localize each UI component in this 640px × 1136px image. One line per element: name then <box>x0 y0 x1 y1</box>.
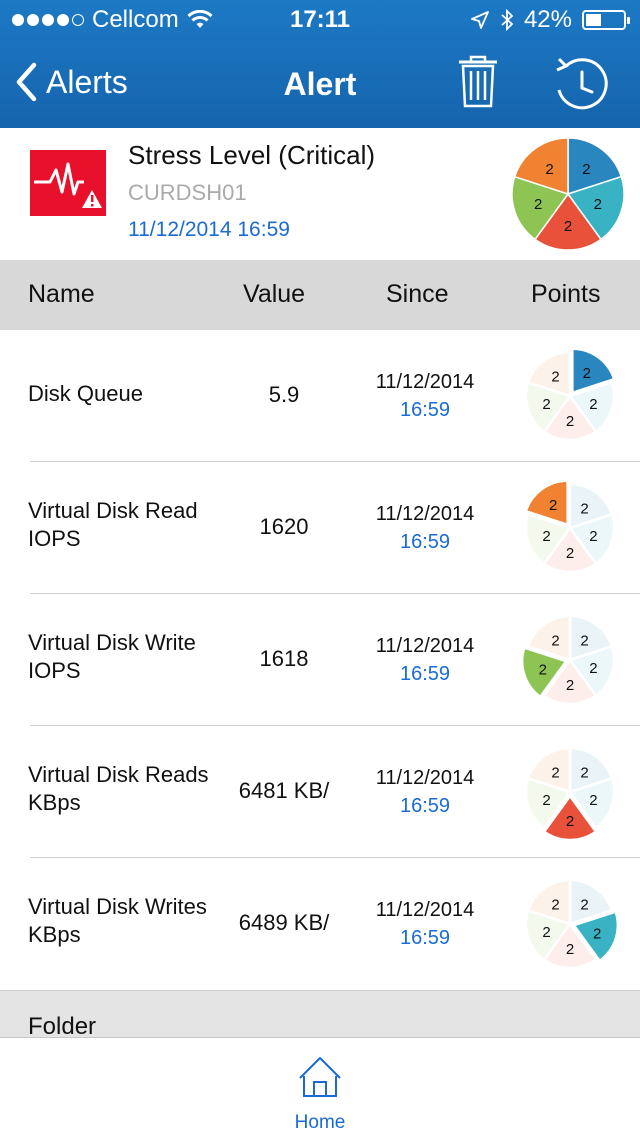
trash-icon[interactable] <box>456 54 500 110</box>
pie-slice-label: 2 <box>545 161 553 178</box>
table-row[interactable]: Virtual Disk Write IOPS 1618 11/12/2014 … <box>0 594 640 726</box>
metric-since: 11/12/2014 16:59 <box>362 764 488 820</box>
pie-slice-label: 2 <box>589 660 597 677</box>
pie-slice-label: 2 <box>566 413 574 430</box>
points-pie: 22222 <box>524 348 616 442</box>
battery-percent: 42% <box>523 6 572 33</box>
back-button[interactable]: Alerts <box>14 62 128 102</box>
points-pie: 22222 <box>524 746 616 840</box>
status-bar: Cellcom 17:11 42% <box>0 0 640 40</box>
points-pie: 22222 <box>522 614 616 706</box>
metric-value: 1620 <box>259 514 309 539</box>
since-time: 16:59 <box>399 663 451 685</box>
pie-slice-label: 2 <box>542 528 550 545</box>
tab-home-label: Home <box>294 1112 346 1133</box>
pie-slice-label: 2 <box>551 765 559 782</box>
since-time: 16:59 <box>399 399 451 421</box>
metric-since: 11/12/2014 16:59 <box>362 368 488 424</box>
pie-slice-label: 2 <box>580 897 588 914</box>
chevron-left-icon <box>16 62 37 102</box>
alert-timestamp: 11/12/2014 16:59 <box>128 218 290 241</box>
folder-section: Folder <box>0 990 640 1040</box>
pie-slice-label: 2 <box>583 365 591 382</box>
status-right: 42% <box>470 6 630 34</box>
pie-slice-label: 2 <box>551 897 559 914</box>
metric-since: 11/12/2014 16:59 <box>362 500 488 556</box>
alert-title: Stress Level (Critical) <box>128 140 376 170</box>
pie-slice-label: 2 <box>564 218 572 235</box>
column-header-name: Name <box>28 280 95 308</box>
metric-since: 11/12/2014 16:59 <box>362 896 488 952</box>
metric-value: 6489 KB/ <box>238 910 330 935</box>
top-bar: Cellcom 17:11 42% Alerts Alert <box>0 0 640 128</box>
metric-name: Disk Queue <box>28 381 143 406</box>
navigation-bar: Alerts Alert <box>0 44 640 128</box>
pie-slice-label: 2 <box>589 792 597 809</box>
back-label: Alerts <box>46 63 128 100</box>
tab-bar: Home <box>0 1037 640 1136</box>
battery-icon <box>582 10 630 30</box>
column-header-points: Points <box>531 280 601 308</box>
pie-slice-label: 2 <box>566 941 574 958</box>
metric-value: 1618 <box>259 646 309 671</box>
pie-slice-label: 2 <box>594 196 602 213</box>
tab-home[interactable]: Home <box>280 1052 360 1133</box>
metric-value: 5.9 <box>268 382 300 407</box>
pie-slice-label: 2 <box>582 161 590 178</box>
points-pie: 22222 <box>524 878 618 970</box>
metric-name: Virtual Disk Read IOPS <box>28 498 198 551</box>
pie-slice-label: 2 <box>566 677 574 694</box>
pie-slice-label: 2 <box>580 501 588 518</box>
since-time: 16:59 <box>399 531 451 553</box>
since-date: 11/12/2014 <box>375 899 475 921</box>
metric-name: Virtual Disk Writes KBps <box>28 894 207 947</box>
pie-slice-label: 2 <box>566 813 574 830</box>
table-row[interactable]: Virtual Disk Writes KBps 6489 KB/ 11/12/… <box>0 858 640 990</box>
pie-slice-label: 2 <box>549 497 557 514</box>
since-time: 16:59 <box>399 927 451 949</box>
pie-slice-label: 2 <box>580 633 588 650</box>
table-header: Name Value Since Points <box>0 260 640 330</box>
pie-slice-label: 2 <box>551 633 559 650</box>
metric-since: 11/12/2014 16:59 <box>362 632 488 688</box>
pie-slice-label: 2 <box>542 396 550 413</box>
metric-name: Virtual Disk Write IOPS <box>28 630 196 683</box>
table-row[interactable]: Disk Queue 5.9 11/12/2014 16:59 22222 <box>0 330 640 462</box>
points-pie: 22222 <box>524 480 616 574</box>
pie-slice-label: 2 <box>542 924 550 941</box>
pie-slice-label: 2 <box>589 396 597 413</box>
pie-slice-label: 2 <box>566 545 574 562</box>
since-date: 11/12/2014 <box>375 503 475 525</box>
metric-name: Virtual Disk Reads KBps <box>28 762 209 815</box>
table-row[interactable]: Virtual Disk Read IOPS 1620 11/12/2014 1… <box>0 462 640 594</box>
bluetooth-icon <box>501 8 514 32</box>
home-icon <box>299 1057 341 1097</box>
stress-alert-icon <box>30 150 106 216</box>
since-date: 11/12/2014 <box>375 767 475 789</box>
column-header-value: Value <box>243 280 306 308</box>
history-icon[interactable] <box>552 54 612 114</box>
alert-points-pie[interactable]: 2 2 2 2 2 <box>510 136 626 252</box>
metric-value: 6481 KB/ <box>238 778 330 803</box>
table-row[interactable]: Virtual Disk Reads KBps 6481 KB/ 11/12/2… <box>0 726 640 858</box>
pie-slice-label: 2 <box>551 369 559 386</box>
since-time: 16:59 <box>399 795 451 817</box>
since-date: 11/12/2014 <box>375 371 475 393</box>
pie-slice-label: 2 <box>534 196 542 213</box>
since-date: 11/12/2014 <box>375 635 475 657</box>
alert-summary: Stress Level (Critical) CURDSH01 11/12/2… <box>0 128 640 260</box>
pie-slice-label: 2 <box>593 925 601 942</box>
pie-slice-label: 2 <box>589 528 597 545</box>
pie-slice-label: 2 <box>539 661 547 678</box>
column-header-since: Since <box>386 280 449 308</box>
pie-slice-label: 2 <box>542 792 550 809</box>
pie-slice-label: 2 <box>580 765 588 782</box>
location-arrow-icon <box>471 11 489 29</box>
alert-host: CURDSH01 <box>128 180 247 205</box>
